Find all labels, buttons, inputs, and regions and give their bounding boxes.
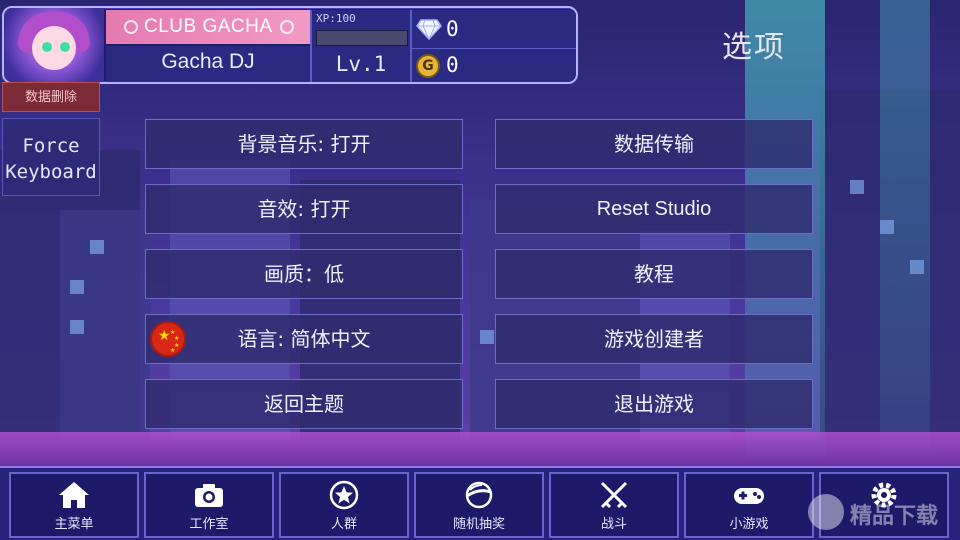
page-title: 选项: [722, 30, 786, 65]
back-to-title-button[interactable]: 返回主题: [145, 379, 463, 429]
nav-label: 人群: [330, 517, 357, 532]
reset-studio-button[interactable]: Reset Studio: [495, 184, 813, 234]
gold-coin-icon: G: [416, 54, 440, 78]
nav-minigames[interactable]: 小游戏: [684, 472, 814, 538]
nav-label: 随机抽奖: [452, 517, 505, 532]
club-right-icon: [280, 20, 294, 34]
language-label: 语言: 简体中文: [237, 327, 371, 351]
force-keyboard-button[interactable]: Force Keyboard: [2, 118, 100, 196]
delete-data-button[interactable]: 数据删除: [2, 82, 100, 112]
home-icon: [59, 482, 89, 508]
data-transfer-button[interactable]: 数据传输: [495, 119, 813, 169]
gold-count: 0: [446, 53, 459, 77]
watermark-text: 精品下载: [850, 504, 939, 529]
star-icon: [329, 480, 359, 510]
sfx-toggle-button[interactable]: 音效: 打开: [145, 184, 463, 234]
nav-label: 小游戏: [729, 517, 769, 532]
camera-icon: [195, 484, 223, 507]
watermark: 精品下载: [808, 490, 958, 534]
avatar[interactable]: [4, 8, 104, 82]
tutorial-button[interactable]: 教程: [495, 249, 813, 299]
language-button[interactable]: ★ ★ ★ ★ ★ 语言: 简体中文: [145, 314, 463, 364]
player-hud: CLUB GACHA Gacha DJ XP:100 Lv.1 0 G 0: [2, 6, 578, 84]
nav-label: 主菜单: [54, 517, 94, 532]
nav-main-menu[interactable]: 主菜单: [9, 472, 139, 538]
diamond-icon: [416, 19, 442, 40]
nav-label: 战斗: [600, 517, 627, 532]
gem-count: 0: [446, 17, 459, 41]
game-creators-button[interactable]: 游戏创建者: [495, 314, 813, 364]
nav-label: 工作室: [189, 517, 229, 532]
crossed-swords-icon: [600, 481, 628, 509]
nav-crowd[interactable]: 人群: [279, 472, 409, 538]
xp-progress-bar: [316, 30, 408, 46]
level-label: Lv.1: [335, 52, 387, 76]
gacha-orb-icon: [465, 481, 493, 509]
nav-battle[interactable]: 战斗: [549, 472, 679, 538]
quality-button[interactable]: 画质：低: [145, 249, 463, 299]
bgm-toggle-button[interactable]: 背景音乐: 打开: [145, 119, 463, 169]
player-name: Gacha DJ: [161, 50, 255, 73]
club-label: CLUB GACHA: [144, 16, 273, 37]
nav-studio[interactable]: 工作室: [144, 472, 274, 538]
nav-gacha[interactable]: 随机抽奖: [414, 472, 544, 538]
gamepad-icon: [734, 488, 764, 504]
options-screen: CLUB GACHA Gacha DJ XP:100 Lv.1 0 G 0 选项…: [0, 0, 960, 540]
club-left-icon: [124, 20, 138, 34]
exit-game-button[interactable]: 退出游戏: [495, 379, 813, 429]
china-flag-icon: ★ ★ ★ ★ ★: [150, 321, 186, 357]
xp-label: XP:100: [316, 12, 356, 25]
